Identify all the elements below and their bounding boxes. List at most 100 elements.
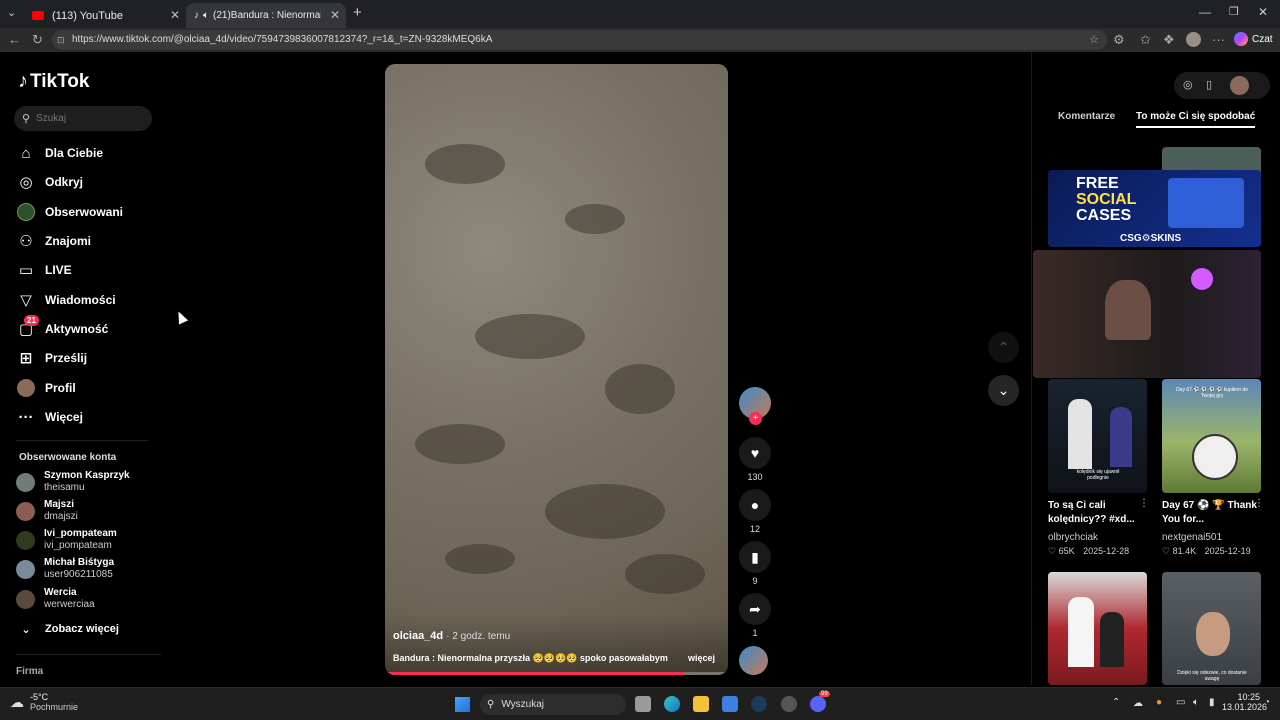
microphone-icon[interactable]: ●: [1156, 697, 1162, 708]
followed-account[interactable]: Michał Biśtyga user906211085: [16, 555, 114, 583]
favorites-icon[interactable]: ✩: [1140, 32, 1151, 48]
copilot-button[interactable]: Czat: [1234, 32, 1273, 46]
user-avatar[interactable]: [1230, 76, 1249, 95]
ad-line: FREE: [1076, 175, 1119, 192]
url-field[interactable]: ⊡ https://www.tiktok.com/@olciaa_4d/vide…: [52, 30, 1107, 50]
active-tab-underline: [1136, 126, 1256, 128]
volume-icon[interactable]: 🔈︎: [1193, 697, 1199, 708]
video-stats: ♡ 81.4K 2025-12-19: [1162, 546, 1251, 557]
tab-recommended[interactable]: To może Ci się spodobać: [1136, 111, 1256, 128]
more-options-icon[interactable]: ⋮: [1254, 498, 1264, 509]
network-icon[interactable]: ▭: [1176, 697, 1185, 708]
nav-item-activity[interactable]: ▢ 21 Aktywność: [16, 315, 108, 342]
video-title[interactable]: Day 67 ⚽ 🏆 Thank You for...: [1162, 499, 1261, 527]
account-handle: theisamu: [44, 482, 85, 493]
store-icon[interactable]: [722, 696, 738, 712]
video-title[interactable]: To są Ci cali kolędnicy?? #xd...: [1048, 499, 1147, 527]
video-author[interactable]: olbrychciak: [1048, 532, 1098, 543]
speaker-icon[interactable]: 🔈︎: [203, 10, 209, 21]
nav-item-for-you[interactable]: ⌂ Dla Ciebie: [16, 140, 103, 166]
search-input[interactable]: [36, 113, 137, 124]
like-button[interactable]: ♥ 130: [739, 437, 771, 482]
clock[interactable]: 10:25 13.01.2026: [1222, 692, 1267, 712]
nav-item-explore[interactable]: ◎ Odkryj: [16, 169, 83, 195]
windows-start-icon[interactable]: [455, 697, 470, 712]
discord-icon[interactable]: 99: [810, 691, 830, 712]
cloud-icon: ☁: [10, 693, 24, 710]
close-window-button[interactable]: ✕: [1258, 5, 1268, 19]
sound-disc-button[interactable]: [739, 646, 771, 675]
creator-avatar-button[interactable]: +: [739, 387, 771, 425]
tab-youtube[interactable]: (113) YouTube ✕: [24, 3, 186, 28]
thumb-overlay-text: Day 67 ⚽ ⚽ ⚽ ⚽ kupiłem do Twojej gry: [1176, 387, 1248, 399]
tray-app-icon[interactable]: ☁: [1133, 698, 1143, 709]
save-button[interactable]: ▮ 9: [739, 541, 771, 586]
app-icon[interactable]: [781, 696, 797, 712]
video-progress-track[interactable]: [385, 672, 728, 675]
video-thumbnail[interactable]: Dzięki się odezwie, co dostanie uwagę: [1162, 572, 1261, 685]
search-box[interactable]: ⚲: [14, 106, 152, 131]
nav-label: Wiadomości: [45, 293, 116, 307]
weather-widget[interactable]: ☁ -5°C Pochmurnie: [10, 692, 78, 712]
compass-icon[interactable]: ◎: [1183, 78, 1193, 91]
comment-icon: ●: [739, 489, 771, 521]
tab-list-dropdown-icon[interactable]: ⌄: [7, 6, 16, 19]
taskbar-search[interactable]: ⚲ Wyszukaj: [480, 694, 626, 715]
nav-item-messages[interactable]: ▽ Wiadomości: [16, 287, 116, 313]
video-thumbnail[interactable]: kolędnik się ujawnił podlegnie: [1048, 379, 1147, 493]
steam-icon[interactable]: [751, 696, 767, 712]
file-explorer-icon[interactable]: [693, 696, 709, 712]
tray-chevron-icon[interactable]: ⌃: [1112, 697, 1120, 708]
see-more-button[interactable]: ⌄ Zobacz więcej: [16, 616, 119, 642]
new-tab-button[interactable]: +: [353, 4, 362, 21]
battery-icon[interactable]: ▮: [1209, 697, 1215, 708]
minimize-button[interactable]: —: [1199, 5, 1211, 19]
ad-banner[interactable]: FREE SOCIAL CASES CSG⚙SKINS: [1048, 170, 1261, 247]
video-author[interactable]: olciaa_4d · 2 godz. temu: [393, 630, 510, 642]
video-author[interactable]: nextgenai501: [1162, 532, 1222, 543]
previous-video-button[interactable]: ⌃: [988, 332, 1019, 363]
favorite-icon[interactable]: ☆: [1089, 30, 1099, 50]
tiktok-logo[interactable]: ♪ TikTok: [18, 70, 89, 93]
upload-date: 2025-12-28: [1083, 546, 1130, 556]
search-icon: ⚲: [22, 113, 31, 125]
nav-item-profile[interactable]: Profil: [16, 375, 76, 401]
followed-account[interactable]: Szymon Kasprzyk theisamu: [16, 468, 130, 496]
edge-icon[interactable]: [664, 696, 680, 712]
back-icon[interactable]: ←: [8, 32, 21, 47]
site-info-icon[interactable]: ⊡: [57, 30, 65, 50]
restore-button[interactable]: ❐: [1229, 5, 1239, 18]
refresh-icon[interactable]: ↻: [32, 32, 43, 48]
close-tab-icon[interactable]: ✕: [170, 8, 180, 22]
comment-button[interactable]: ● 12: [739, 489, 771, 534]
nav-item-upload[interactable]: ⊞ Prześlij: [16, 345, 87, 371]
video-thumbnail[interactable]: [1048, 572, 1147, 685]
nav-item-live[interactable]: ▭ LIVE: [16, 257, 72, 283]
video-player[interactable]: olciaa_4d · 2 godz. temu Bandura : Nieno…: [385, 64, 728, 675]
share-button[interactable]: ➦ 1: [739, 593, 771, 638]
followed-account[interactable]: Ivi_pompateam ivi_pompateam: [16, 526, 117, 554]
next-video-button[interactable]: ⌄: [988, 375, 1019, 406]
tab-comments[interactable]: Komentarze: [1058, 111, 1115, 122]
close-tab-icon[interactable]: ✕: [330, 8, 340, 22]
video-thumbnail[interactable]: Day 67 ⚽ ⚽ ⚽ ⚽ kupiłem do Twojej gry: [1162, 379, 1261, 493]
nav-item-more[interactable]: ··· Więcej: [16, 404, 83, 430]
nav-item-following[interactable]: Obserwowani: [16, 199, 123, 225]
footer-company-link[interactable]: Firma: [16, 666, 43, 677]
task-view-icon[interactable]: [635, 696, 651, 712]
tab-tiktok[interactable]: ♪ 🔈︎ (21)Bandura : Nienormalna p ✕: [186, 3, 346, 28]
live-icon: ▭: [18, 262, 34, 279]
phone-icon[interactable]: ▯: [1206, 78, 1212, 91]
notification-icon[interactable]: ◔: [1264, 697, 1270, 708]
caption-more-link[interactable]: więcej: [688, 653, 715, 663]
browser-profile-avatar[interactable]: [1186, 32, 1201, 47]
nav-item-friends[interactable]: ⚇ Znajomi: [16, 228, 91, 254]
video-thumbnail[interactable]: [1033, 250, 1261, 378]
followed-account[interactable]: Wercia werwerciaa: [16, 585, 95, 613]
collections-icon[interactable]: ❖: [1163, 32, 1175, 48]
extensions-icon[interactable]: ⚙: [1113, 32, 1125, 48]
browser-menu-icon[interactable]: ···: [1212, 32, 1225, 47]
followed-account[interactable]: Majszi dmajszi: [16, 497, 78, 525]
more-options-icon[interactable]: ⋮: [1139, 498, 1149, 509]
follow-plus-icon[interactable]: +: [749, 412, 762, 425]
